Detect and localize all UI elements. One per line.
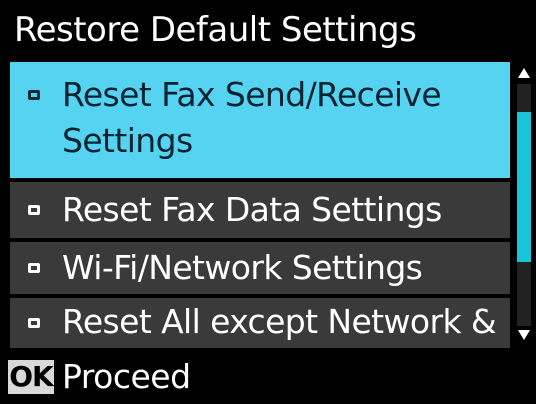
- page-title: Restore Default Settings: [14, 10, 417, 50]
- proceed-label: Proceed: [62, 357, 191, 396]
- menu-item-label: Reset All except Network &: [62, 302, 497, 341]
- bullet-icon: [28, 263, 40, 273]
- printer-lcd-screen: Restore Default Settings Reset Fax Send/…: [0, 0, 536, 404]
- menu-item-reset-all-except-network[interactable]: Reset All except Network &: [10, 298, 510, 348]
- bullet-icon: [28, 90, 40, 100]
- triangle-down-icon[interactable]: [518, 330, 530, 340]
- menu-item-reset-fax-send-receive[interactable]: Reset Fax Send/Receive Settings: [10, 62, 510, 178]
- scroll-thumb[interactable]: [517, 112, 531, 262]
- triangle-up-icon[interactable]: [518, 68, 530, 78]
- bullet-icon: [28, 318, 40, 328]
- menu-item-label: Reset Fax Data Settings: [62, 190, 442, 229]
- menu-item-label: Wi-Fi/Network Settings: [62, 248, 423, 287]
- footer-bar: OK Proceed: [0, 350, 536, 404]
- scroll-track[interactable]: [517, 84, 531, 326]
- scrollbar[interactable]: [514, 62, 536, 348]
- bullet-icon: [28, 205, 40, 215]
- settings-menu-list: Reset Fax Send/Receive Settings Reset Fa…: [10, 62, 510, 348]
- title-bar: Restore Default Settings: [0, 0, 536, 62]
- menu-item-label: Reset Fax Send/Receive Settings: [62, 75, 442, 160]
- ok-button-badge[interactable]: OK: [8, 360, 54, 394]
- menu-item-wifi-network[interactable]: Wi-Fi/Network Settings: [10, 242, 510, 294]
- menu-item-reset-fax-data[interactable]: Reset Fax Data Settings: [10, 182, 510, 238]
